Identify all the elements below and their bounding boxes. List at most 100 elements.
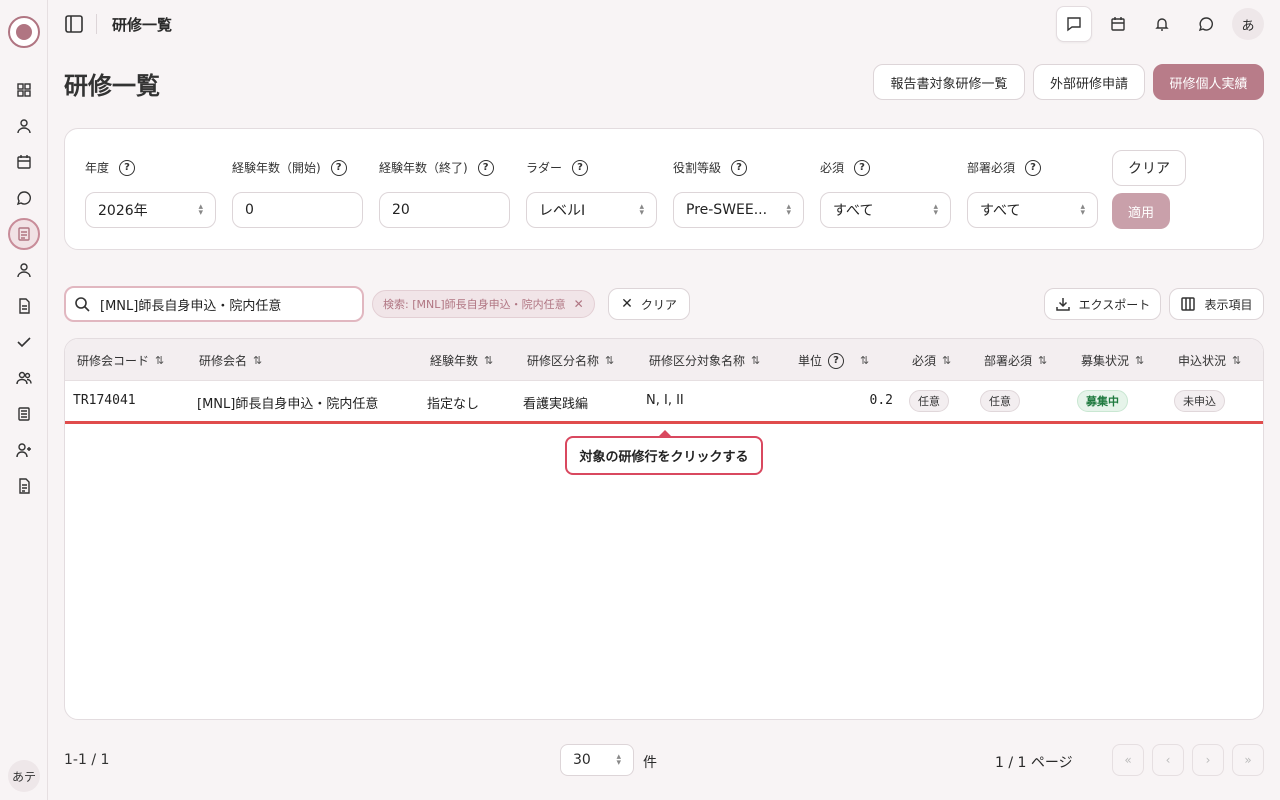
column-header-experience[interactable]: 経験年数 ⇅: [430, 352, 493, 369]
export-button[interactable]: エクスポート: [1044, 288, 1161, 320]
file-text-icon[interactable]: [12, 474, 36, 498]
year-select[interactable]: 2026年 ▴ ▾: [85, 192, 216, 228]
sort-icon: ⇅: [155, 354, 165, 367]
role-select-value: Pre-SWEE...: [686, 202, 768, 218]
cell-units: 0.2: [869, 393, 893, 408]
sort-icon: ⇅: [1232, 354, 1242, 367]
search-input[interactable]: [MNL]師長自身申込・院内任意: [64, 286, 364, 322]
column-header-apply[interactable]: 申込状況 ⇅: [1178, 352, 1241, 369]
page-info: 1 / 1 ページ: [995, 755, 1073, 771]
exp-end-filter-label: 経験年数（終了) ?: [379, 159, 494, 176]
sort-icon: ⇅: [751, 354, 761, 367]
columns-button[interactable]: 表示項目: [1169, 288, 1264, 320]
check-icon[interactable]: [12, 330, 36, 354]
exp-start-filter-label: 経験年数（開始) ?: [232, 159, 347, 176]
exp-end-label-text: 経験年数（終了): [379, 161, 468, 175]
help-icon[interactable]: ?: [572, 159, 589, 176]
calendar-icon[interactable]: [1100, 6, 1136, 42]
table-header: 研修会コード ⇅ 研修会名 ⇅ 経験年数 ⇅ 研修区分名称 ⇅ 研修区分対象名称 ⇅ 単位…: [65, 339, 1263, 381]
document-icon[interactable]: [8, 218, 40, 250]
help-icon[interactable]: ?: [119, 159, 136, 176]
header-name-label: 研修会名: [199, 354, 248, 368]
search-input-value: [MNL]師長自身申込・院内任意: [100, 298, 282, 314]
dept-required-label-text: 部署必須: [967, 161, 1016, 175]
feedback-icon[interactable]: [1056, 6, 1092, 42]
list-icon[interactable]: [12, 402, 36, 426]
cell-name: [MNL]師長自身申込・院内任意: [197, 397, 379, 412]
column-header-units[interactable]: 単位 ? ⇅: [798, 352, 869, 369]
header-dept-required-label: 部署必須: [984, 354, 1033, 368]
personal-training-results-button[interactable]: 研修個人実績: [1153, 64, 1264, 100]
first-page-icon[interactable]: «: [1112, 744, 1144, 776]
breadcrumb: 研修一覧: [112, 16, 173, 34]
close-icon[interactable]: ✕: [574, 297, 584, 311]
help-icon[interactable]: ?: [330, 159, 347, 176]
required-badge: 任意: [909, 390, 949, 412]
per-page-select[interactable]: 30 ▴ ▾: [560, 744, 634, 776]
sidebar-toggle-icon[interactable]: [62, 12, 86, 36]
file-icon[interactable]: [12, 294, 36, 318]
dept-required-select[interactable]: すべて ▴ ▾: [967, 192, 1098, 228]
result-range: 1-1 / 1: [64, 752, 110, 768]
sort-icon: ⇅: [484, 354, 494, 367]
role-filter-label: 役割等級 ?: [673, 159, 748, 176]
ladder-select-value: レベルI: [539, 203, 586, 219]
user-avatar[interactable]: あ: [1232, 8, 1264, 40]
column-header-required[interactable]: 必須 ⇅: [912, 352, 951, 369]
clear-search-button[interactable]: ✕ クリア: [608, 288, 690, 320]
close-icon: ✕: [621, 296, 633, 312]
user-icon[interactable]: [12, 114, 36, 138]
next-page-icon[interactable]: ›: [1192, 744, 1224, 776]
help-icon[interactable]: ?: [854, 159, 871, 176]
cell-experience: 指定なし: [427, 397, 480, 412]
column-header-category[interactable]: 研修区分名称 ⇅: [527, 352, 614, 369]
last-page-icon[interactable]: »: [1232, 744, 1264, 776]
filter-apply-button[interactable]: 適用: [1112, 193, 1170, 229]
help-icon[interactable]: ?: [477, 159, 494, 176]
users-icon[interactable]: [12, 366, 36, 390]
role-select[interactable]: Pre-SWEE... ▴ ▾: [673, 192, 804, 228]
help-icon[interactable]: ?: [731, 159, 748, 176]
prev-page-icon[interactable]: ‹: [1152, 744, 1184, 776]
calendar-icon[interactable]: [12, 150, 36, 174]
header-units-label: 単位: [798, 354, 823, 368]
help-icon[interactable]: ?: [828, 352, 845, 369]
chevron-updown-icon: ▴ ▾: [616, 752, 621, 768]
exp-end-input[interactable]: 20: [379, 192, 510, 228]
role-label-text: 役割等級: [673, 161, 722, 175]
column-header-name[interactable]: 研修会名 ⇅: [199, 352, 262, 369]
column-header-dept-required[interactable]: 部署必須 ⇅: [984, 352, 1047, 369]
column-header-category-target[interactable]: 研修区分対象名称 ⇅: [649, 352, 760, 369]
chat-icon[interactable]: [12, 186, 36, 210]
message-icon[interactable]: [1188, 6, 1224, 42]
exp-start-value: 0: [245, 202, 254, 218]
row-highlight: [65, 421, 1263, 424]
report-training-list-button[interactable]: 報告書対象研修一覧: [873, 64, 1025, 100]
external-training-request-button[interactable]: 外部研修申請: [1033, 64, 1145, 100]
ladder-select[interactable]: レベルI ▴ ▾: [526, 192, 657, 228]
cell-category: 看護実践編: [523, 397, 589, 412]
user-icon[interactable]: [12, 258, 36, 282]
app-logo-icon[interactable]: [8, 16, 40, 48]
grid-icon[interactable]: [12, 78, 36, 102]
clear-search-label: クリア: [640, 297, 677, 312]
table-row[interactable]: TR174041 [MNL]師長自身申込・院内任意 指定なし 看護実践編 N, …: [65, 381, 1263, 423]
help-icon[interactable]: ?: [1025, 159, 1042, 176]
user-plus-icon[interactable]: [12, 438, 36, 462]
columns-icon: [1181, 297, 1196, 311]
search-chip-label: 検索: [MNL]師長自身申込・院内任意: [383, 298, 566, 311]
column-header-code[interactable]: 研修会コード ⇅: [77, 352, 164, 369]
chevron-updown-icon: ▴ ▾: [933, 202, 938, 218]
header-code-label: 研修会コード: [77, 354, 150, 368]
page-title: 研修一覧: [64, 72, 160, 100]
bell-icon[interactable]: [1144, 6, 1180, 42]
per-page-value: 30: [573, 752, 591, 768]
header-category-target-label: 研修区分対象名称: [649, 354, 746, 368]
year-filter-label: 年度 ?: [85, 159, 136, 176]
exp-start-input[interactable]: 0: [232, 192, 363, 228]
filter-clear-button[interactable]: クリア: [1112, 150, 1186, 186]
column-header-recruit[interactable]: 募集状況 ⇅: [1081, 352, 1144, 369]
sort-icon: ⇅: [1038, 354, 1048, 367]
required-select[interactable]: すべて ▴ ▾: [820, 192, 951, 228]
sidebar-user-avatar[interactable]: あテ: [8, 760, 40, 792]
